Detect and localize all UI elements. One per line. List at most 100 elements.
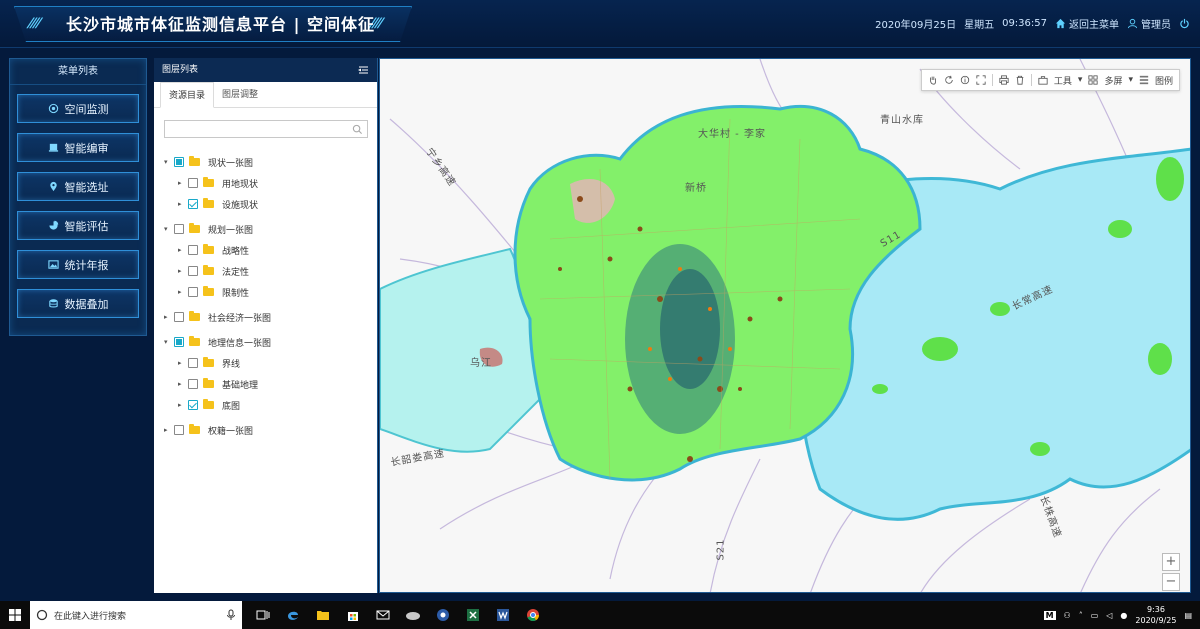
start-button[interactable] [0,601,30,629]
grid-icon[interactable] [1088,75,1099,85]
store-button[interactable] [338,601,368,629]
taskbar-clock[interactable]: 9:36 2020/9/25 [1135,604,1176,626]
chrome-button[interactable] [518,601,548,629]
tree-group[interactable]: ▾ 地理信息一张图 [164,334,271,350]
layer-checkbox[interactable] [188,358,198,368]
layer-search-input[interactable] [164,120,368,138]
taskbar-search-input[interactable]: 在此键入进行搜索 [30,601,242,629]
word-button[interactable] [488,601,518,629]
layer-checkbox[interactable] [188,379,198,389]
mail-button[interactable] [368,601,398,629]
tree-group[interactable]: ▾ 现状一张图 [164,154,253,170]
tab-resource-catalog[interactable]: 资源目录 [160,82,215,108]
caret-right-icon[interactable]: ▸ [178,359,186,367]
caret-right-icon[interactable]: ▸ [178,401,186,409]
volume-icon[interactable]: ◁ [1106,611,1112,620]
layer-checkbox[interactable] [188,287,198,297]
layer-checkbox[interactable] [174,312,184,322]
chevron-up-icon[interactable]: ˄ [1079,611,1083,620]
tree-item[interactable]: ▸ 法定性 [178,263,249,279]
collapse-panel-icon[interactable] [357,64,369,76]
ime-indicator[interactable]: M [1043,610,1056,620]
layer-checkbox[interactable] [188,199,198,209]
tab-layer-adjust[interactable]: 图层调整 [214,82,266,108]
caret-right-icon[interactable]: ▸ [178,380,186,388]
layer-checkbox[interactable] [174,425,184,435]
layer-checkbox[interactable] [174,157,184,167]
user-menu[interactable]: 管理员 [1127,16,1171,31]
task-view-button[interactable] [248,601,278,629]
header-status: 2020年09月25日 星期五 09:36:57 返回主菜单 管理员 [875,16,1190,31]
excel-button[interactable] [458,601,488,629]
caret-right-icon[interactable]: ▸ [178,267,186,275]
tree-group[interactable]: ▸ 社会经济一张图 [164,309,271,325]
delete-icon[interactable] [1015,75,1025,85]
chevron-down-icon: ▾ [1077,75,1083,85]
layer-checkbox[interactable] [174,224,184,234]
tree-item[interactable]: ▸ 基础地理 [178,376,258,392]
map-view[interactable]: 大华村 - 李家 青山水库 新桥 宁乡高速 长常高速 长韶娄高速 长株高速 S2… [379,58,1191,593]
menu-item-data-overlay[interactable]: 数据叠加 [17,289,139,318]
menu-item-label: 统计年报 [64,258,109,272]
caret-right-icon[interactable]: ▸ [178,200,186,208]
tree-item[interactable]: ▸ 用地现状 [178,175,258,191]
chevron-down-icon: ▾ [1128,75,1133,85]
info-icon[interactable] [960,75,970,85]
edge-button[interactable] [278,601,308,629]
file-explorer-button[interactable] [308,601,338,629]
pan-hand-icon[interactable] [928,75,938,85]
location-pin-icon [49,181,57,192]
menu-item-smart-site[interactable]: 智能选址 [17,172,139,201]
back-menu-button[interactable]: 返回主菜单 [1055,16,1119,31]
caret-right-icon[interactable]: ▸ [178,246,186,254]
legend-button[interactable]: 图例 [1155,74,1173,87]
caret-right-icon[interactable]: ▸ [178,288,186,296]
refresh-icon[interactable] [944,75,954,85]
menu-item-label: 智能评估 [64,219,109,233]
input-method-icon[interactable]: ● [1120,611,1127,620]
tree-item[interactable]: ▸ 战略性 [178,242,249,258]
network-icon[interactable]: ▭ [1091,611,1099,620]
toolbar-divider [991,74,993,86]
tree-label: 法定性 [222,267,250,278]
layer-checkbox[interactable] [174,337,184,347]
app-button[interactable] [398,601,428,629]
tree-item[interactable]: ▸ 限制性 [178,284,249,300]
tree-item[interactable]: ▸ 设施现状 [178,196,258,212]
menu-item-smart-eval[interactable]: 智能评估 [17,211,139,240]
fullscreen-icon[interactable] [976,75,986,85]
toolbox-icon[interactable] [1038,75,1048,85]
tree-group[interactable]: ▾ 规划一张图 [164,221,253,237]
menu-item-annual-report[interactable]: 统计年报 [17,250,139,279]
caret-down-icon[interactable]: ▾ [164,338,172,346]
tree-item[interactable]: ▸ 界线 [178,355,240,371]
database-icon [48,299,58,308]
caret-right-icon[interactable]: ▸ [164,426,172,434]
caret-down-icon[interactable]: ▾ [164,158,172,166]
microphone-icon[interactable] [226,609,236,621]
power-button[interactable] [1179,18,1190,29]
caret-down-icon[interactable]: ▾ [164,225,172,233]
people-icon[interactable]: ⚇ [1064,611,1071,620]
zoom-out-button[interactable]: − [1162,573,1180,591]
multiscreen-dropdown[interactable]: 多屏 [1104,74,1122,87]
zoom-in-button[interactable]: + [1162,553,1180,571]
legend-icon[interactable] [1139,75,1149,85]
caret-right-icon[interactable]: ▸ [178,179,186,187]
search-icon[interactable] [352,124,363,135]
layer-checkbox[interactable] [188,245,198,255]
pie-chart-icon [48,220,58,230]
notification-icon[interactable]: ▤ [1184,611,1192,620]
tools-dropdown[interactable]: 工具 [1054,74,1072,87]
layer-checkbox[interactable] [188,178,198,188]
tree-group[interactable]: ▸ 权籍一张图 [164,422,253,438]
menu-item-smart-edit[interactable]: 智能编审 [17,133,139,162]
caret-right-icon[interactable]: ▸ [164,313,172,321]
tree-item[interactable]: ▸ 底图 [178,397,240,413]
browser-button[interactable] [428,601,458,629]
app-window: //// //// 长沙市城市体征监测信息平台 | 空间体征 2020年09月2… [0,0,1200,601]
menu-item-space-monitor[interactable]: 空间监测 [17,94,139,123]
print-icon[interactable] [999,75,1009,85]
layer-checkbox[interactable] [188,400,198,410]
layer-checkbox[interactable] [188,266,198,276]
